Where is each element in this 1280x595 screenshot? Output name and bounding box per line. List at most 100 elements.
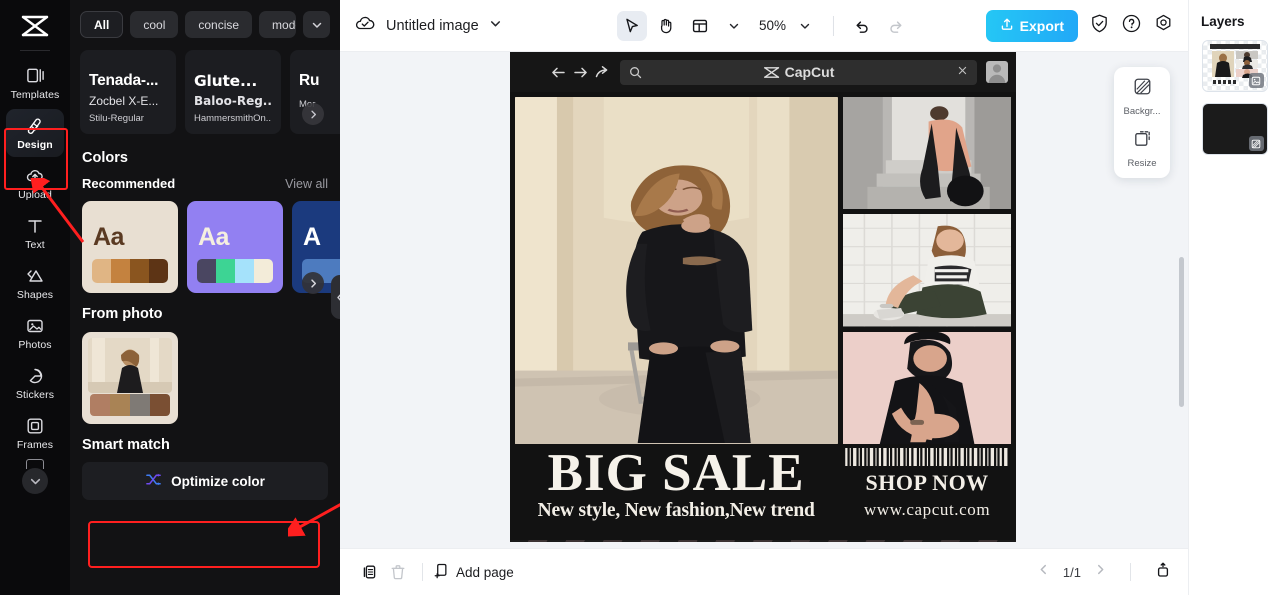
sidebar-item-label: Shapes xyxy=(16,288,54,301)
font-card[interactable]: Tenada-... Zocbel X-E... Stilu-Regular xyxy=(80,50,176,134)
poster-photo-side-3[interactable] xyxy=(842,331,1011,444)
shield-check-icon[interactable] xyxy=(1089,13,1110,39)
layer-badge-background xyxy=(1248,136,1264,151)
from-photo-label: From photo xyxy=(82,306,163,322)
filter-chip-row: All cool concise modern xyxy=(70,0,340,38)
font-card[interactable]: Glute... Baloo-Reg... HammersmithOn... xyxy=(185,50,281,134)
colors-heading: Colors xyxy=(82,150,128,166)
select-tool-button[interactable] xyxy=(616,10,647,41)
toolbar-right-group: Export xyxy=(985,9,1174,42)
sidebar-item-label: Stickers xyxy=(15,388,55,401)
sidebar-item-label: Design xyxy=(17,138,53,151)
prev-page-button[interactable] xyxy=(1037,563,1050,581)
poster-subheadline: New style, New fashion,New trend xyxy=(537,500,815,522)
sidebar-item-design[interactable]: Design xyxy=(6,109,64,157)
poster-headline-group[interactable]: BIG SALE New style, New fashion,New tren… xyxy=(515,446,837,536)
optimize-color-button[interactable]: Optimize color xyxy=(82,462,328,500)
canvas-vertical-scrollbar[interactable] xyxy=(1179,257,1184,407)
undo-button[interactable] xyxy=(847,11,877,41)
layout-dropdown-button[interactable] xyxy=(719,11,749,41)
poster-photo-side-2[interactable] xyxy=(842,214,1011,327)
chevron-left-icon xyxy=(1040,564,1046,575)
trash-icon xyxy=(391,565,405,580)
page-indicator: 1/1 xyxy=(1062,564,1081,580)
sidebar-item-photos[interactable]: Photos xyxy=(6,309,64,357)
poster-photo-main[interactable] xyxy=(515,97,838,444)
resize-tool-button[interactable]: Resize xyxy=(1116,128,1168,169)
chevron-right-icon xyxy=(310,110,316,118)
stickers-icon xyxy=(25,366,45,386)
filter-chip-cool[interactable]: cool xyxy=(130,11,179,38)
font-card-line3: HammersmithOn... xyxy=(194,113,272,124)
add-page-button[interactable]: Add page xyxy=(433,562,514,582)
filter-chips-expand-button[interactable] xyxy=(303,11,330,38)
from-photo-thumbnail xyxy=(88,338,172,393)
poster-design-canvas[interactable]: CapCut BIG SALE New style, New fashion,N… xyxy=(510,52,1016,542)
capcut-logo-icon xyxy=(763,66,779,78)
layer-item-design[interactable] xyxy=(1201,40,1268,92)
font-card-line2: Zocbel X-E... xyxy=(89,94,159,108)
font-carousel-next-button[interactable] xyxy=(302,103,324,125)
toolbar-left-group: Untitled image xyxy=(354,12,502,39)
palette-row: Aa Aa A xyxy=(70,191,340,293)
export-button-label: Export xyxy=(1019,17,1064,34)
palette-carousel-next-button[interactable] xyxy=(302,272,324,294)
document-title[interactable]: Untitled image xyxy=(386,18,479,34)
sidebar-item-shapes[interactable]: Shapes xyxy=(6,259,64,307)
filter-chip-all[interactable]: All xyxy=(80,11,124,38)
font-card-line3: Stilu-Regular xyxy=(89,113,144,124)
view-all-link[interactable]: View all xyxy=(285,177,328,191)
arrow-left-icon xyxy=(552,67,565,77)
from-photo-swatch-card[interactable] xyxy=(82,332,178,424)
layer-item-background[interactable] xyxy=(1201,103,1268,155)
photo-side3-art xyxy=(842,331,1011,444)
gear-icon[interactable] xyxy=(1153,13,1174,39)
document-title-dropdown[interactable] xyxy=(489,17,502,35)
palette-card[interactable]: Aa xyxy=(187,201,283,293)
canvas-stage[interactable]: CapCut BIG SALE New style, New fashion,N… xyxy=(340,52,1188,548)
text-icon xyxy=(25,216,45,236)
background-icon xyxy=(1132,76,1153,102)
rail-more-button[interactable] xyxy=(22,468,48,494)
poster-photo-grid xyxy=(510,92,1016,444)
magnifier-icon xyxy=(630,66,642,78)
cloud-saved-icon[interactable] xyxy=(354,12,376,39)
font-card-line1: Glute... xyxy=(194,72,258,90)
poster-photo-side-1[interactable] xyxy=(842,97,1011,210)
layout-tool-button[interactable] xyxy=(685,11,715,41)
filter-chip-modern[interactable]: modern xyxy=(259,11,296,38)
hand-tool-button[interactable] xyxy=(651,11,681,41)
expand-panel-button[interactable] xyxy=(1154,561,1172,584)
photo-thumb-art xyxy=(88,338,172,393)
zoom-level-value[interactable]: 50% xyxy=(759,18,786,33)
sidebar-item-upload[interactable]: Upload xyxy=(6,159,64,207)
palette-sample-text: Aa xyxy=(93,223,124,251)
design-icon xyxy=(25,116,45,136)
font-card-line1: Tenada-... xyxy=(89,72,159,89)
poster-brand-text: CapCut xyxy=(784,64,835,80)
background-tool-button[interactable]: Backgr... xyxy=(1116,76,1168,117)
panel-collapse-handle[interactable] xyxy=(331,275,340,319)
chip-label: cool xyxy=(143,17,166,32)
sidebar-item-label: Upload xyxy=(18,188,52,201)
duplicate-page-button[interactable] xyxy=(356,558,384,586)
redo-button[interactable] xyxy=(881,11,911,41)
poster-text-block: BIG SALE New style, New fashion,New tren… xyxy=(510,444,1016,536)
next-page-button[interactable] xyxy=(1094,563,1107,581)
hand-icon xyxy=(660,18,672,33)
delete-page-button[interactable] xyxy=(384,558,412,586)
sidebar-item-templates[interactable]: Templates xyxy=(6,59,64,107)
poster-cta-group[interactable]: SHOP NOW www.capcut.com xyxy=(843,446,1011,536)
palette-card[interactable]: Aa xyxy=(82,201,178,293)
font-card-line2: Baloo-Reg... xyxy=(194,94,272,108)
zoom-dropdown-button[interactable] xyxy=(790,11,820,41)
export-button[interactable]: Export xyxy=(985,9,1078,42)
sidebar-item-stickers[interactable]: Stickers xyxy=(6,359,64,407)
sidebar-item-text[interactable]: Text xyxy=(6,209,64,257)
chevron-down-icon xyxy=(729,23,739,29)
capcut-logo-icon[interactable] xyxy=(15,8,55,44)
question-circle-icon[interactable] xyxy=(1121,13,1142,39)
canvas-float-toolbar: Backgr... Resize xyxy=(1114,67,1170,178)
sidebar-item-frames[interactable]: Frames xyxy=(6,409,64,457)
filter-chip-concise[interactable]: concise xyxy=(185,11,253,38)
